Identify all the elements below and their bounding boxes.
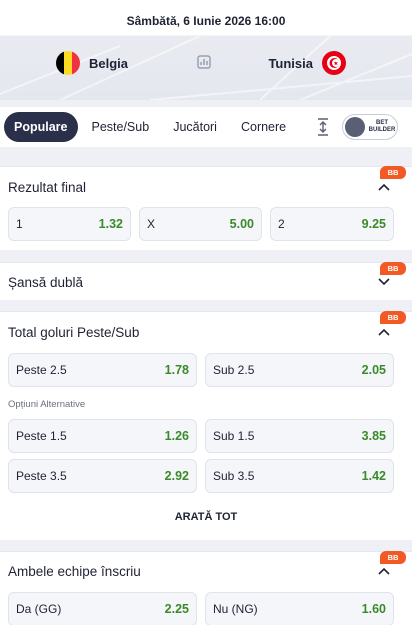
chevron-down-icon[interactable] bbox=[378, 278, 390, 286]
tab-populare[interactable]: Populare bbox=[4, 112, 78, 142]
collapse-all-icon[interactable] bbox=[316, 118, 330, 136]
odd-value: 2.25 bbox=[164, 602, 189, 616]
toggle-knob bbox=[345, 117, 365, 137]
match-date: Sâmbătă, 6 Iunie 2026 16:00 bbox=[126, 14, 286, 28]
odd-label: Nu (NG) bbox=[213, 602, 258, 616]
stats-icon[interactable] bbox=[197, 55, 211, 69]
match-header: Sâmbătă, 6 Iunie 2026 16:00 Belgia Tunis… bbox=[0, 0, 412, 100]
home-team-name: Belgia bbox=[89, 55, 129, 71]
tunisia-flag-icon bbox=[322, 51, 346, 75]
bb-badge: BB bbox=[380, 262, 406, 275]
odd-label: Peste 3.5 bbox=[16, 469, 67, 483]
market-sansa-dubla[interactable]: BB Șansă dublă bbox=[0, 262, 412, 300]
odd-value: 1.32 bbox=[98, 217, 123, 231]
tab-peste-sub[interactable]: Peste/Sub bbox=[82, 112, 160, 142]
odd-button[interactable]: Sub 2.5 2.05 bbox=[205, 353, 394, 387]
tab-jucatori[interactable]: Jucători bbox=[163, 112, 227, 142]
odd-label: Da (GG) bbox=[16, 602, 62, 616]
odd-button[interactable]: Peste 3.5 2.92 bbox=[8, 459, 197, 493]
odd-label: 2 bbox=[278, 217, 285, 231]
odd-label: 1 bbox=[16, 217, 23, 231]
odd-button[interactable]: Da (GG) 2.25 bbox=[8, 592, 197, 625]
bet-builder-toggle[interactable]: BET BUILDER bbox=[342, 114, 398, 140]
odd-value: 1.78 bbox=[164, 363, 189, 377]
bet-builder-label: BET BUILDER bbox=[368, 120, 396, 134]
odd-button[interactable]: Peste 1.5 1.26 bbox=[8, 419, 197, 453]
market-rezultat-final: BB Rezultat final 1 1.32 X 5.00 2 9.25 bbox=[0, 166, 412, 250]
market-ambele-inscriu: BB Ambele echipe înscriu Da (GG) 2.25 Nu… bbox=[0, 551, 412, 625]
tab-cornere[interactable]: Cornere bbox=[231, 112, 296, 142]
odd-value: 1.60 bbox=[361, 602, 386, 616]
bb-badge: BB bbox=[380, 311, 406, 324]
alternative-options-label: Opțiuni Alternative bbox=[8, 399, 86, 410]
chevron-up-icon[interactable] bbox=[378, 567, 390, 575]
market-title: Total goluri Peste/Sub bbox=[8, 325, 140, 340]
odd-button[interactable]: Sub 3.5 1.42 bbox=[205, 459, 394, 493]
bb-badge: BB bbox=[380, 166, 406, 179]
odd-value: 3.85 bbox=[361, 429, 386, 443]
odd-button[interactable]: Nu (NG) 1.60 bbox=[205, 592, 394, 625]
odd-label: Sub 3.5 bbox=[213, 469, 255, 483]
market-title: Șansă dublă bbox=[8, 275, 84, 290]
odd-label: Peste 2.5 bbox=[16, 363, 67, 377]
odd-button[interactable]: Peste 2.5 1.78 bbox=[8, 353, 197, 387]
home-team: Belgia bbox=[56, 51, 128, 75]
market-title: Rezultat final bbox=[8, 180, 87, 195]
chevron-up-icon[interactable] bbox=[378, 328, 390, 336]
odd-value: 9.25 bbox=[361, 217, 386, 231]
odd-value: 2.92 bbox=[164, 469, 189, 483]
odd-label: Sub 1.5 bbox=[213, 429, 255, 443]
market-title: Ambele echipe înscriu bbox=[8, 564, 141, 579]
odd-button[interactable]: X 5.00 bbox=[139, 207, 262, 241]
show-all-button[interactable]: ARATĂ TOT bbox=[0, 511, 412, 523]
odd-value: 1.42 bbox=[361, 469, 386, 483]
odd-label: X bbox=[147, 217, 156, 231]
chevron-up-icon[interactable] bbox=[378, 183, 390, 191]
odd-button[interactable]: 1 1.32 bbox=[8, 207, 131, 241]
odd-value: 1.26 bbox=[164, 429, 189, 443]
bet-builder-label-line1: BET bbox=[376, 120, 388, 126]
away-team-name: Tunisia bbox=[268, 55, 313, 71]
bet-builder-label-line2: BUILDER bbox=[368, 127, 396, 133]
bb-badge: BB bbox=[380, 551, 406, 564]
odd-value: 2.05 bbox=[361, 363, 386, 377]
odd-value: 5.00 bbox=[229, 217, 254, 231]
market-total-goluri: BB Total goluri Peste/Sub Peste 2.5 1.78… bbox=[0, 311, 412, 540]
odd-label: Peste 1.5 bbox=[16, 429, 67, 443]
odd-label: Sub 2.5 bbox=[213, 363, 255, 377]
odd-button[interactable]: 2 9.25 bbox=[270, 207, 394, 241]
away-team: Tunisia bbox=[268, 51, 346, 75]
belgium-flag-icon bbox=[56, 51, 80, 75]
odd-button[interactable]: Sub 1.5 3.85 bbox=[205, 419, 394, 453]
